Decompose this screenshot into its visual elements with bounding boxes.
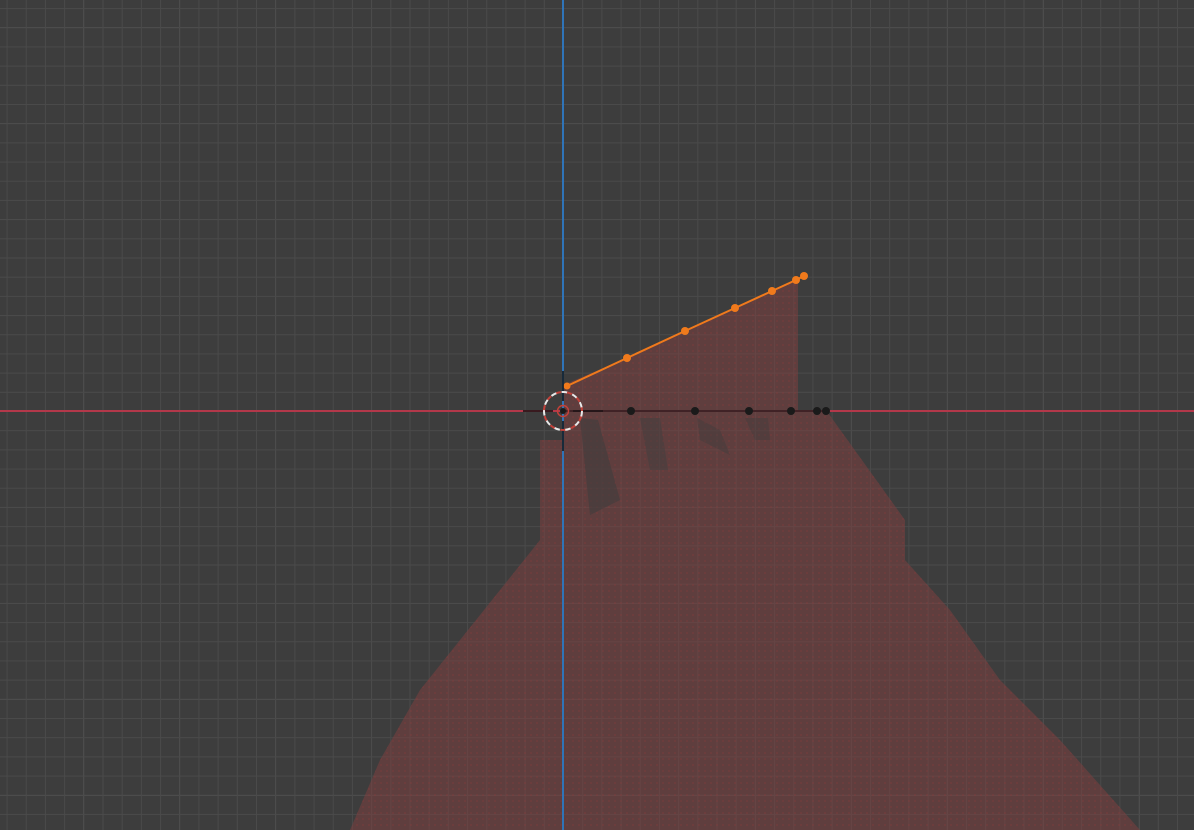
vertex[interactable] <box>813 407 821 415</box>
3d-viewport[interactable] <box>0 0 1194 830</box>
vertex[interactable] <box>787 407 795 415</box>
vertex[interactable] <box>792 276 800 284</box>
viewport-scene <box>0 0 1194 830</box>
vertex[interactable] <box>768 287 776 295</box>
vertex[interactable] <box>822 407 830 415</box>
vertex[interactable] <box>800 272 808 280</box>
vertex[interactable] <box>563 382 571 390</box>
vertex[interactable] <box>627 407 635 415</box>
vertex[interactable] <box>731 304 739 312</box>
vertex[interactable] <box>745 407 753 415</box>
shadow-mask <box>350 280 1140 830</box>
vertex[interactable] <box>623 354 631 362</box>
vertex[interactable] <box>681 327 689 335</box>
vertex[interactable] <box>691 407 699 415</box>
